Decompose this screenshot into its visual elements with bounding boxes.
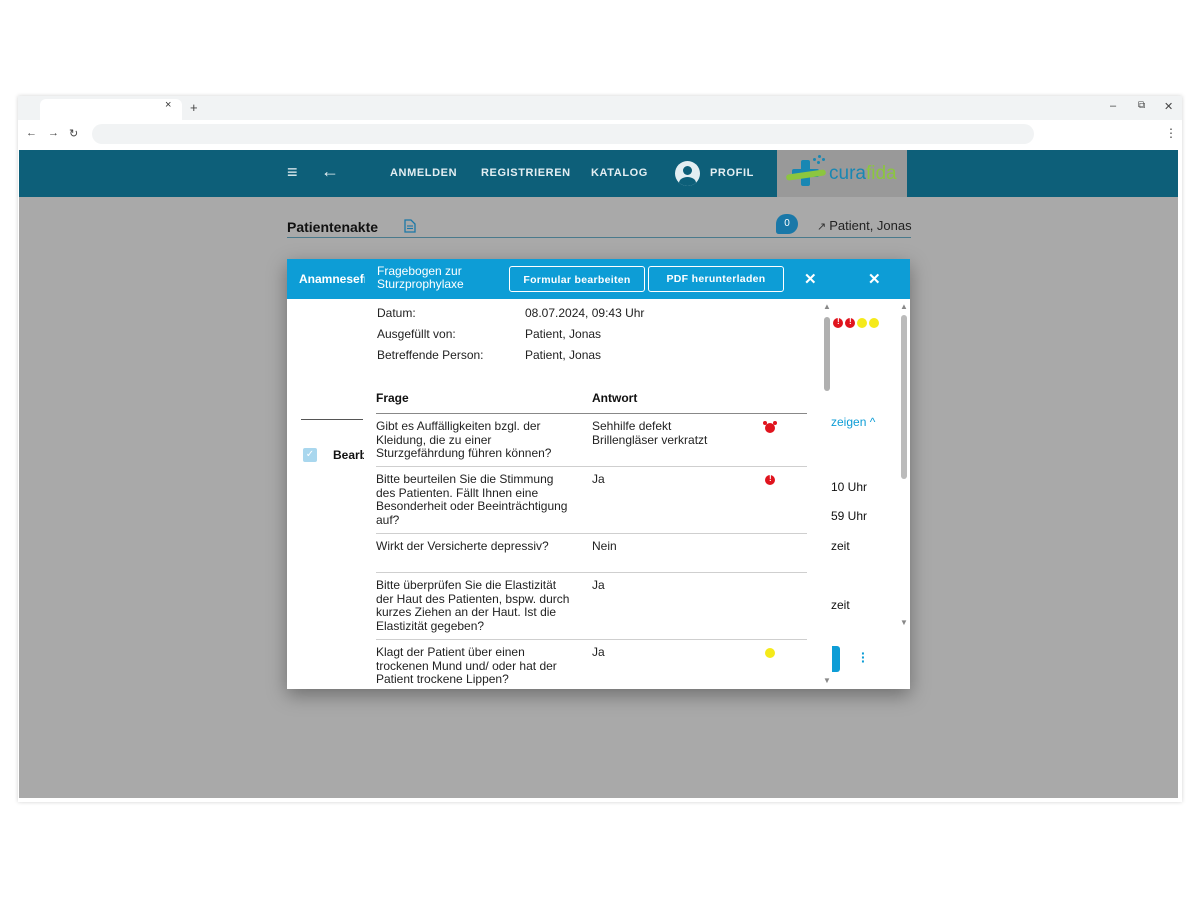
page-title: Patientenakte — [287, 219, 379, 235]
tab-close-icon[interactable]: × — [165, 99, 171, 111]
back-icon[interactable]: ← — [26, 127, 37, 139]
document-icon[interactable] — [404, 219, 416, 233]
page-viewport: ≡ ← ANMELDEN REGISTRIEREN KATALOG PROFIL… — [19, 150, 1178, 798]
meta-label: Betreffende Person: — [377, 348, 484, 362]
meta-value: 08.07.2024, 09:43 Uhr — [525, 306, 645, 320]
question-cell: Wirkt der Versicherte depressiv? — [376, 539, 549, 553]
question-cell: Klagt der Patient über einen trockenen M… — [376, 645, 557, 686]
scroll-up-icon[interactable]: ▲ — [900, 302, 908, 311]
questionnaire-dialog: Anamnesefragebogen Fragebogen zur Sturzp… — [287, 259, 910, 689]
scroll-down-icon[interactable]: ▼ — [900, 618, 908, 627]
nav-anmelden[interactable]: ANMELDEN — [390, 167, 457, 179]
forward-icon[interactable]: → — [48, 127, 59, 139]
yellow-dot-icon — [857, 318, 867, 328]
question-cell: Bitte überprüfen Sie die Elastizität der… — [376, 578, 570, 633]
yellow-dot-icon — [869, 318, 879, 328]
time-label: zeit — [831, 598, 850, 612]
close-dialog-icon[interactable]: ✕ — [804, 270, 817, 288]
answer-cell: Ja — [592, 472, 605, 486]
checkbox[interactable]: ✓ — [303, 448, 317, 462]
divider — [301, 419, 363, 420]
show-more-link[interactable]: zeigen ^ — [831, 415, 891, 429]
patient-name: Patient, Jonas — [829, 218, 912, 233]
action-button[interactable] — [832, 646, 840, 672]
dialog-scroll-thumb[interactable] — [824, 317, 830, 391]
time-text: 10 Uhr — [831, 480, 868, 494]
yellow-dot-icon — [765, 648, 775, 658]
background-tab-label: Anamnesefragebogen — [299, 272, 365, 286]
logo-text: curafida — [829, 163, 897, 184]
column-header-question: Frage — [376, 391, 409, 405]
browser-menu-icon[interactable]: ⋮ — [1165, 126, 1177, 140]
chat-count-badge[interactable]: 0 — [776, 214, 798, 234]
questionnaire-sheet: Datum: 08.07.2024, 09:43 Uhr Ausgefüllt … — [364, 299, 831, 689]
row-divider — [376, 533, 807, 534]
time-text: 59 Uhr — [831, 509, 868, 523]
close-panel-icon[interactable]: ✕ — [868, 270, 881, 288]
patient-link[interactable]: ↗ Patient, Jonas — [817, 218, 912, 233]
meta-label: Datum: — [377, 306, 416, 320]
scroll-down-icon[interactable]: ▼ — [823, 676, 831, 685]
bearbeitet-label: Bearbeitet — [333, 448, 366, 462]
edit-form-button[interactable]: Formular bearbeiten — [509, 266, 645, 292]
more-options-icon[interactable]: · · · — [861, 646, 866, 668]
back-arrow-icon[interactable]: ← — [321, 161, 339, 182]
panel-scroll-thumb[interactable] — [901, 315, 907, 479]
meta-label: Ausgefüllt von: — [377, 327, 456, 341]
reload-icon[interactable]: ↻ — [69, 127, 78, 140]
question-cell: Gibt es Auffälligkeiten bzgl. der Kleidu… — [376, 419, 552, 460]
meta-value: Patient, Jonas — [525, 348, 602, 362]
profile-avatar-icon[interactable] — [675, 161, 700, 186]
curafida-logo[interactable]: curafida — [777, 150, 907, 197]
answer-cell: Ja — [592, 645, 605, 659]
title-divider — [287, 237, 911, 238]
dialog-header: Anamnesefragebogen Fragebogen zur Sturzp… — [287, 259, 910, 299]
menu-icon[interactable]: ≡ — [287, 162, 298, 183]
nav-profil[interactable]: PROFIL — [710, 167, 754, 179]
row-divider — [376, 572, 807, 573]
answer-cell: Nein — [592, 539, 617, 553]
nav-registrieren[interactable]: REGISTRIEREN — [481, 167, 571, 179]
url-input[interactable] — [92, 124, 1034, 144]
app-header: ≡ ← ANMELDEN REGISTRIEREN KATALOG PROFIL… — [19, 150, 1178, 197]
browser-tab[interactable] — [40, 99, 182, 120]
question-cell: Bitte beurteilen Sie die Stimmung des Pa… — [376, 472, 568, 527]
row-divider — [376, 466, 807, 467]
alarm-icon — [763, 421, 777, 433]
external-link-icon: ↗ — [817, 221, 827, 233]
answer-cell: Ja — [592, 578, 605, 592]
answer-cell: Sehhilfe defekt Brillengläser verkratzt — [592, 419, 708, 447]
browser-window: × + – ⧉ ✕ ← → ↻ ⋮ ≡ ← ANMELDEN REGISTRIE… — [18, 96, 1182, 802]
scroll-up-icon[interactable]: ▲ — [823, 302, 831, 311]
column-header-answer: Antwort — [592, 391, 638, 405]
row-divider — [376, 639, 807, 640]
dialog-title: Fragebogen zur Sturzprophylaxe — [377, 264, 464, 291]
red-alert-icon — [845, 317, 855, 328]
red-alert-icon — [765, 474, 775, 485]
time-label: zeit — [831, 539, 850, 553]
minimize-icon[interactable]: – — [1110, 100, 1116, 112]
meta-value: Patient, Jonas — [525, 327, 602, 341]
new-tab-icon[interactable]: + — [190, 100, 198, 115]
tab-strip: × + – ⧉ ✕ — [18, 96, 1182, 120]
status-dots — [833, 315, 881, 333]
window-close-icon[interactable]: ✕ — [1164, 100, 1173, 113]
red-alert-icon — [833, 317, 843, 328]
address-bar: ← → ↻ ⋮ — [18, 120, 1182, 150]
restore-icon[interactable]: ⧉ — [1138, 100, 1145, 111]
header-divider — [376, 413, 807, 414]
nav-katalog[interactable]: KATALOG — [591, 167, 648, 179]
pdf-download-button[interactable]: PDF herunterladen — [648, 266, 784, 292]
